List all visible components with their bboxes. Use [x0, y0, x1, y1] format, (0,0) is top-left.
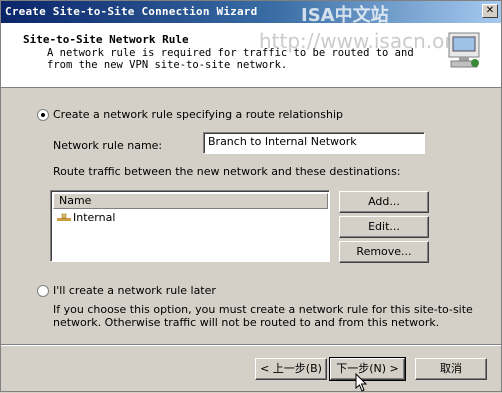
network-icon	[57, 213, 71, 221]
back-button-label: < 上一步(B)	[260, 362, 322, 375]
destinations-label: Route traffic between the new network an…	[53, 165, 401, 178]
create-rule-label[interactable]: Create a network rule specifying a route…	[53, 108, 343, 121]
mouse-cursor-icon	[355, 373, 368, 392]
footer-divider	[1, 344, 501, 346]
create-later-label[interactable]: I'll create a network rule later	[53, 284, 216, 297]
back-button[interactable]: < 上一步(B)	[255, 358, 327, 380]
create-later-radio[interactable]	[37, 285, 49, 297]
create-later-note: If you choose this option, you must crea…	[53, 303, 473, 329]
close-icon: ✕	[485, 5, 495, 16]
wizard-network-icon	[448, 32, 480, 68]
add-button[interactable]: Add...	[339, 191, 429, 213]
add-button-label: Add...	[368, 195, 400, 208]
wizard-window: Create Site-to-Site Connection Wizard IS…	[0, 0, 502, 392]
destinations-list[interactable]: Name Internal	[50, 190, 330, 262]
column-header-name[interactable]: Name	[53, 193, 328, 209]
create-rule-radio[interactable]	[37, 109, 49, 121]
remove-button[interactable]: Remove...	[339, 241, 429, 263]
rule-name-label: Network rule name:	[53, 139, 163, 152]
rule-name-input[interactable]: Branch to Internal Network	[203, 132, 425, 154]
edit-button[interactable]: Edit...	[339, 216, 429, 238]
title-bar: Create Site-to-Site Connection Wizard IS…	[1, 1, 501, 26]
cancel-button-label: 取消	[440, 362, 462, 375]
page-title: Site-to-Site Network Rule	[23, 33, 189, 46]
remove-button-label: Remove...	[356, 245, 412, 258]
edit-button-label: Edit...	[368, 220, 400, 233]
close-button[interactable]: ✕	[482, 4, 498, 18]
wizard-header: http://www.isacn.org Site-to-Site Networ…	[1, 23, 501, 88]
rule-name-value: Branch to Internal Network	[208, 135, 357, 148]
window-title: Create Site-to-Site Connection Wizard	[5, 5, 258, 18]
list-item[interactable]: Internal	[57, 211, 115, 224]
cancel-button[interactable]: 取消	[415, 358, 487, 380]
page-description: A network rule is required for traffic t…	[47, 47, 414, 71]
destination-internal: Internal	[73, 211, 116, 224]
